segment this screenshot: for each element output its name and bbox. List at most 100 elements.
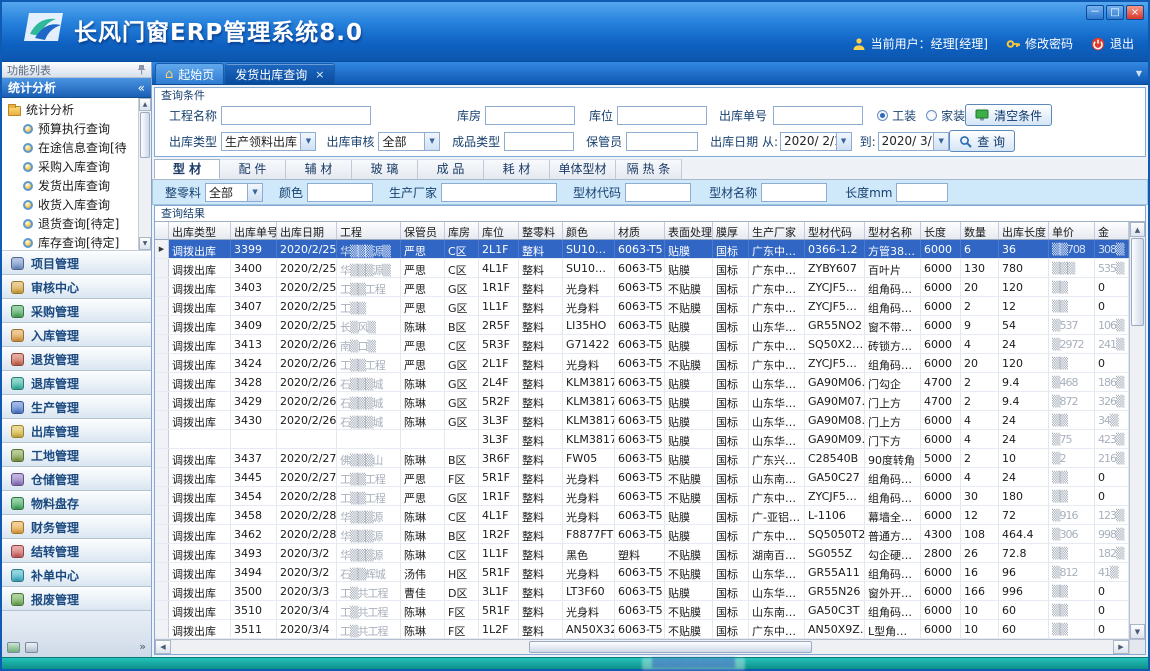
tree-scrollbar[interactable]: ▲ ▼	[138, 98, 151, 250]
table-row[interactable]: 调拨出库34452020/2/27工▒▒工程严思F区5R1F整料光身料6063-…	[155, 468, 1129, 487]
tab-start-page[interactable]: ⌂起始页	[155, 63, 224, 84]
sidebar-item-purchase-mgmt[interactable]: 采购管理	[2, 299, 151, 323]
table-row[interactable]: 调拨出库34282020/2/26石▒▒▒城陈琳G区2L4F整料KLM38176…	[155, 373, 1129, 392]
monitor-icon[interactable]	[25, 642, 38, 653]
column-header[interactable]: 型材代码	[805, 222, 865, 239]
sidebar-item-site-mgmt[interactable]: 工地管理	[2, 443, 151, 467]
sidebar-item-return-warehouse-mgmt[interactable]: 退库管理	[2, 371, 151, 395]
grid-hscrollbar[interactable]: ◀ ▶	[155, 639, 1145, 654]
column-header[interactable]: 生产厂家	[749, 222, 805, 239]
scroll-down-icon[interactable]: ▼	[139, 237, 151, 250]
table-row[interactable]: 调拨出库34092020/2/25长▒风▒陈琳B区2R5F整料LI35HO606…	[155, 316, 1129, 335]
sidebar-item-carryover-mgmt[interactable]: 结转管理	[2, 539, 151, 563]
column-header[interactable]: 库位	[479, 222, 519, 239]
category-tab-3[interactable]: 玻 璃	[352, 159, 418, 179]
maximize-button[interactable]: □	[1106, 5, 1124, 20]
grid-hscrollbar-thumb[interactable]	[529, 641, 812, 653]
column-header[interactable]: 出库日期	[277, 222, 337, 239]
logout-button[interactable]: 退出	[1091, 35, 1134, 52]
category-tab-5[interactable]: 耗 材	[484, 159, 550, 179]
date-to-picker[interactable]: 2020/ 3/16 ▼	[878, 132, 950, 151]
scroll-right-icon[interactable]: ▶	[1113, 640, 1129, 654]
whole-scrap-combo[interactable]: 全部 ▼	[205, 183, 263, 202]
change-password-button[interactable]: 修改密码	[1006, 35, 1073, 52]
location-input[interactable]	[617, 106, 707, 125]
sidebar-item-storage-mgmt[interactable]: 仓储管理	[2, 467, 151, 491]
table-row[interactable]: 调拨出库34072020/2/25工▒▒严思G区1L1F整料光身料6063-T5…	[155, 297, 1129, 316]
table-row[interactable]: 调拨出库34622020/2/28华▒▒▒源陈琳B区1R2F整料F8877FT6…	[155, 525, 1129, 544]
sidebar-item-outbound-mgmt[interactable]: 出库管理	[2, 419, 151, 443]
chevron-down-icon[interactable]: ▼	[836, 133, 851, 150]
column-header[interactable]: 型材名称	[865, 222, 921, 239]
close-button[interactable]: ×	[1126, 5, 1144, 20]
pin-icon[interactable]	[137, 64, 146, 75]
maker-input[interactable]	[441, 183, 557, 202]
sidebar-item-scrap-mgmt[interactable]: 报废管理	[2, 587, 151, 611]
sidebar-item-inbound-mgmt[interactable]: 入库管理	[2, 323, 151, 347]
tree-root-item[interactable]: 统计分析	[2, 100, 151, 119]
column-header[interactable]: 出库单号	[231, 222, 277, 239]
table-row[interactable]: 调拨出库34932020/3/2华▒▒▒源陈琳C区1L1F整料黑色塑料不贴膜国标…	[155, 544, 1129, 563]
tree-scrollbar-thumb[interactable]	[140, 112, 150, 158]
list-view-icon[interactable]	[7, 642, 20, 653]
minimize-button[interactable]: －	[1086, 5, 1104, 20]
length-input[interactable]	[896, 183, 948, 202]
table-row[interactable]: 调拨出库34372020/2/27佛▒▒▒山陈琳B区3R6F整料FW056063…	[155, 449, 1129, 468]
column-header[interactable]: 单价	[1049, 222, 1095, 239]
table-row[interactable]: 调拨出库35102020/3/4工▒共工程陈琳F区5R1F整料光身料6063-T…	[155, 601, 1129, 620]
category-tab-4[interactable]: 成 品	[418, 159, 484, 179]
audit-combo[interactable]: 全部 ▼	[378, 132, 440, 151]
table-row[interactable]: 调拨出库34942020/3/2石▒▒辉城汤伟H区5R1F整料光身料6063-T…	[155, 563, 1129, 582]
order-no-input[interactable]	[773, 106, 863, 125]
sidebar-item-return-goods-mgmt[interactable]: 退货管理	[2, 347, 151, 371]
table-row[interactable]: 调拨出库34132020/2/26南▒口▒严思C区5R3F整料G71422606…	[155, 335, 1129, 354]
scroll-up-icon[interactable]: ▲	[139, 98, 151, 111]
category-tab-2[interactable]: 辅 材	[286, 159, 352, 179]
table-row[interactable]: 调拨出库34242020/2/26工▒▒工程严思G区2L1F整料光身料6063-…	[155, 354, 1129, 373]
color-input[interactable]	[307, 183, 373, 202]
sidebar-section-statistics[interactable]: 统计分析 «	[2, 78, 151, 98]
category-tab-1[interactable]: 配 件	[220, 159, 286, 179]
product-type-input[interactable]	[504, 132, 574, 151]
tree-item[interactable]: 预算执行查询	[2, 119, 151, 138]
scroll-left-icon[interactable]: ◀	[155, 640, 171, 654]
tree-item[interactable]: 库存查询[待定]	[2, 233, 151, 251]
tree-item[interactable]: 在途信息查询[待	[2, 138, 151, 157]
grid-vscrollbar-thumb[interactable]	[1131, 238, 1144, 326]
category-tab-0[interactable]: 型 材	[154, 159, 220, 179]
project-name-input[interactable]	[221, 106, 371, 125]
sidebar-item-finance-mgmt[interactable]: 财务管理	[2, 515, 151, 539]
scroll-up-icon[interactable]: ▲	[1130, 222, 1145, 237]
search-button[interactable]: 查 询	[949, 130, 1015, 152]
tab-overflow-icon[interactable]: ▼	[1136, 69, 1142, 78]
category-tab-7[interactable]: 隔 热 条	[616, 159, 682, 179]
scroll-down-icon[interactable]: ▼	[1130, 624, 1145, 639]
chevron-down-icon[interactable]: ▼	[247, 184, 262, 201]
column-header[interactable]: 整零料	[519, 222, 563, 239]
out-type-combo[interactable]: 生产领料出库 ▼	[221, 132, 316, 151]
sidebar-item-audit-center[interactable]: 审核中心	[2, 275, 151, 299]
table-row[interactable]: 调拨出库34292020/2/26石▒▒▒城陈琳G区5R2F整料KLM38176…	[155, 392, 1129, 411]
category-tab-6[interactable]: 单体型材	[550, 159, 616, 179]
table-row[interactable]: 调拨出库34542020/2/28工▒▒工程严思G区1R1F整料光身料6063-…	[155, 487, 1129, 506]
column-header[interactable]: 数量	[961, 222, 999, 239]
tab-close-icon[interactable]: ×	[315, 68, 324, 81]
sidebar-item-production-mgmt[interactable]: 生产管理	[2, 395, 151, 419]
profile-name-input[interactable]	[761, 183, 827, 202]
column-header[interactable]: 颜色	[563, 222, 615, 239]
column-header[interactable]: 工程	[337, 222, 401, 239]
column-header[interactable]: 出库长度	[999, 222, 1049, 239]
column-header[interactable]: 材质	[615, 222, 665, 239]
keeper-input[interactable]	[626, 132, 698, 151]
more-buttons-icon[interactable]: »	[139, 640, 146, 653]
table-row[interactable]: 调拨出库35002020/3/3工▒共工程曹佳D区3L1F整料LT3F60606…	[155, 582, 1129, 601]
table-row[interactable]: 调拨出库34032020/2/25工▒▒工程严思G区1R1F整料光身料6063-…	[155, 278, 1129, 297]
tree-item[interactable]: 退货查询[待定]	[2, 214, 151, 233]
table-row[interactable]: 调拨出库35112020/3/4工▒共工程陈琳F区1L2F整料AN50X3260…	[155, 620, 1129, 639]
table-row[interactable]: 调拨出库34002020/2/25华▒▒▒源▒严思C区4L1F整料SU10…60…	[155, 259, 1129, 278]
sidebar-item-inventory-count[interactable]: 物料盘存	[2, 491, 151, 515]
tree-item[interactable]: 采购入库查询	[2, 157, 151, 176]
column-header[interactable]: 膜厚	[713, 222, 749, 239]
tab-shipping-outbound-query[interactable]: 发货出库查询×	[225, 63, 334, 84]
column-header[interactable]: 出库类型	[169, 222, 231, 239]
